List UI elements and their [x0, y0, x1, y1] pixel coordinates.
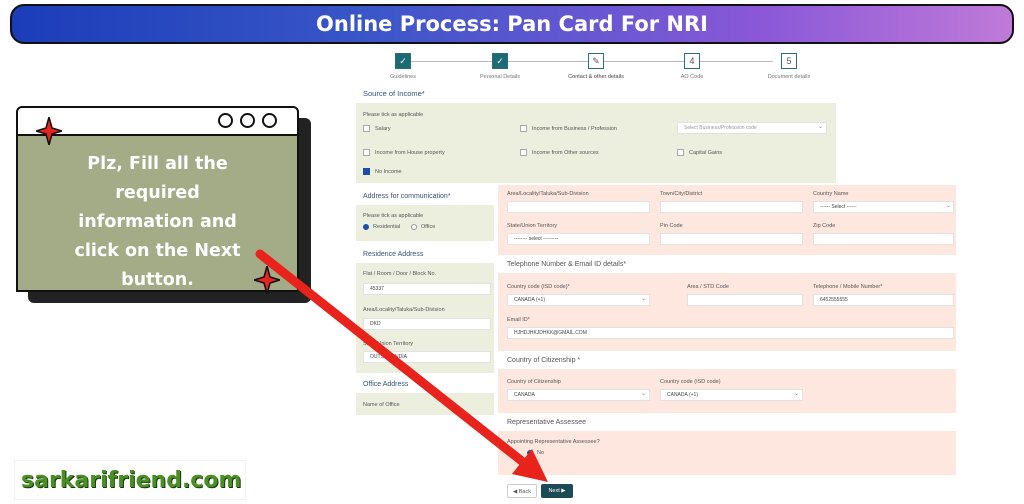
representative-question: Appointing Representative Assessee?	[507, 439, 600, 445]
office-name-label: Name of Office	[363, 402, 400, 408]
right-area-input[interactable]	[507, 201, 650, 213]
step-personal-label: Personal Details	[479, 74, 521, 80]
office-radio-label: Office	[421, 224, 436, 230]
business-label: Income from Business / Profession	[532, 126, 617, 132]
country-name-label: Country Name	[813, 191, 849, 197]
office-address-title: Office Address	[363, 381, 409, 388]
citizenship-country-select[interactable]: CANADA	[507, 389, 650, 401]
citizenship-title: Country of Citizenship *	[507, 357, 581, 364]
citizenship-section: Country of Citizenship *	[498, 351, 956, 369]
other-sources-checkbox[interactable]	[520, 149, 527, 156]
capital-gains-label: Capital Gains	[689, 150, 723, 156]
income-hint: Please tick as applicable	[363, 112, 424, 118]
town-label: Town/City/District	[660, 191, 703, 197]
isd-code-label: Country code (ISD code)*	[507, 284, 570, 290]
chevron-down-icon: ⌄	[794, 391, 800, 397]
house-property-checkbox[interactable]	[363, 149, 370, 156]
no-income-checkbox[interactable]	[363, 168, 370, 175]
zip-code-label: Zip Code	[813, 223, 836, 229]
representative-no-radio[interactable]	[527, 450, 533, 456]
sparkle-icon	[36, 117, 62, 145]
citizenship-code-select[interactable]: CANADA (+1)	[660, 389, 803, 401]
progress-stepper: ✓ Guidelines ✓ Personal Details ✎ Contac…	[360, 52, 830, 82]
office-radio[interactable]	[411, 224, 417, 230]
representative-title: Representative Assessee	[507, 419, 586, 426]
chevron-down-icon: ⌄	[641, 296, 647, 302]
residential-radio[interactable]	[363, 224, 369, 230]
step-contact-label: Contact & other details	[568, 74, 624, 80]
std-code-label: Area / STD Code	[687, 284, 729, 290]
flat-input[interactable]: 45337	[363, 283, 491, 295]
flat-label: Flat / Room / Door / Block No.	[363, 271, 437, 277]
email-input[interactable]: HJHDJHKJDHKK@GMAIL.COM	[507, 327, 954, 339]
address-communication-title: Address for communication*	[363, 193, 451, 200]
area-label: Area/Locality/Taluka/Sub-Division	[363, 307, 445, 313]
step-ao-code-label: AO Code	[680, 74, 704, 80]
mobile-label: Telephone / Mobile Number*	[813, 284, 883, 290]
no-income-label: No Income	[375, 169, 402, 175]
address-hint: Please tick as applicable	[363, 213, 424, 219]
next-button[interactable]: Next ▶	[541, 484, 573, 498]
step-guidelines-label: Guidelines	[390, 74, 416, 80]
residence-address-panel: Flat / Room / Door / Block No. 45337 Are…	[356, 263, 494, 373]
isd-code-select[interactable]: CANADA (+1)	[507, 294, 650, 306]
right-state-label: State/Union Territory	[507, 223, 558, 229]
step-personal-check-icon[interactable]: ✓	[492, 53, 508, 69]
residential-label: Residential	[373, 224, 401, 230]
pin-code-input[interactable]	[660, 233, 803, 245]
telephone-title: Telephone Number & Email ID details*	[507, 261, 627, 268]
other-sources-label: Income from Other sources	[532, 150, 599, 156]
representative-no-label: No	[537, 450, 545, 456]
country-name-select[interactable]: ------ Select ------	[813, 201, 954, 213]
sarkarifriend-logo: sarkarifriend.com	[14, 460, 246, 500]
business-checkbox[interactable]	[520, 125, 527, 132]
window-dot-icon	[262, 113, 277, 128]
title-banner: Online Process: Pan Card For NRI	[10, 4, 1014, 44]
email-label: Email ID*	[507, 317, 530, 323]
telephone-section-title: Telephone Number & Email ID details*	[498, 255, 956, 273]
citizenship-code-label: Country code (ISD code)	[660, 379, 721, 385]
pin-code-label: Pin Code	[660, 223, 683, 229]
business-code-select[interactable]: Select Business/Profession code	[677, 122, 827, 134]
mobile-input[interactable]: 6452555555	[813, 294, 954, 306]
chevron-down-icon: ⌄	[946, 203, 952, 209]
std-code-input[interactable]	[687, 294, 803, 306]
sparkle-icon	[254, 266, 280, 294]
back-button[interactable]: ◀ Back	[507, 484, 537, 498]
step-ao-code-box[interactable]: 4	[684, 53, 700, 69]
step-contact-pencil-icon[interactable]: ✎	[588, 53, 604, 69]
address-communication-panel: Please tick as applicable Residential Of…	[356, 205, 494, 241]
window-dot-icon	[218, 113, 233, 128]
salary-checkbox[interactable]	[363, 125, 370, 132]
representative-section: Representative Assessee	[498, 413, 956, 431]
salary-label: Salary	[375, 126, 391, 132]
step-document-label: Document details	[767, 74, 811, 80]
contact-form-panel: Area/Locality/Taluka/Sub-Division Town/C…	[498, 185, 956, 475]
residence-address-title: Residence Address	[363, 251, 424, 258]
chevron-down-icon: ⌄	[641, 391, 647, 397]
town-input[interactable]	[660, 201, 803, 213]
right-area-label: Area/Locality/Taluka/Sub-Division	[507, 191, 589, 197]
source-of-income-panel: Please tick as applicable Salary Income …	[356, 103, 836, 183]
zip-code-input[interactable]	[813, 233, 954, 245]
citizenship-country-label: Country of Citizenship	[507, 379, 561, 385]
state-select[interactable]: OUTSIDE INDIA	[363, 351, 491, 363]
chevron-down-icon: ⌄	[818, 124, 824, 130]
right-state-select[interactable]: -------- select ---------	[507, 233, 650, 245]
area-input[interactable]: DKD	[363, 318, 491, 330]
capital-gains-checkbox[interactable]	[677, 149, 684, 156]
house-property-label: Income from House property	[375, 150, 445, 156]
office-address-panel: Name of Office	[356, 393, 494, 415]
source-of-income-title: Source of Income*	[363, 89, 425, 98]
state-label: State/Union Territory	[363, 341, 414, 347]
step-document-box[interactable]: 5	[781, 53, 797, 69]
window-dot-icon	[240, 113, 255, 128]
step-guidelines-check-icon[interactable]: ✓	[395, 53, 411, 69]
